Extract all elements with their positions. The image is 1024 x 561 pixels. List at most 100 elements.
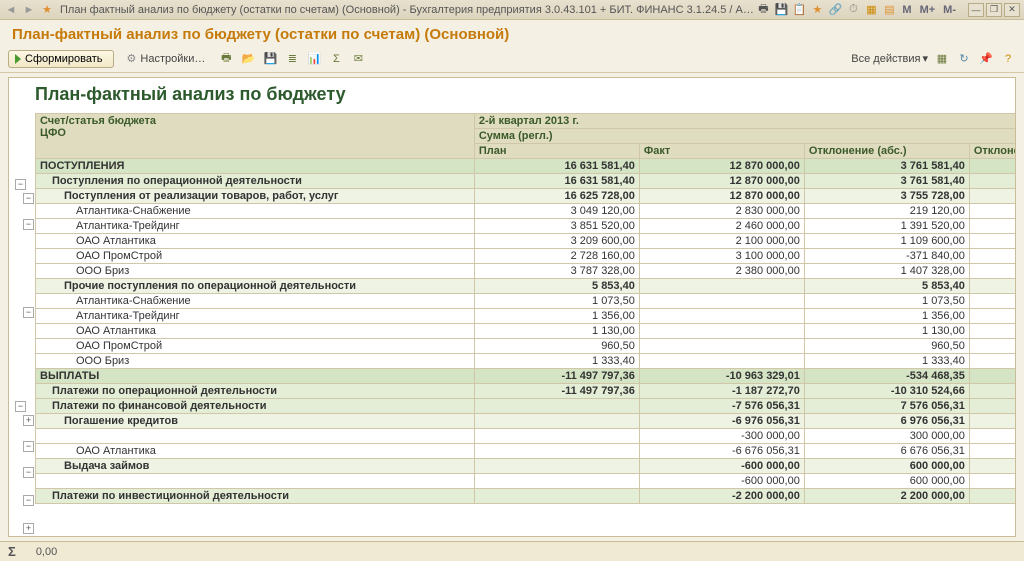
table-row[interactable]: Платежи по финансовой деятельности-7 576…: [36, 399, 1017, 414]
cell-value: [639, 309, 804, 324]
fav2-icon[interactable]: ★: [810, 3, 824, 17]
table-row[interactable]: ОАО Атлантика1 130,001 130,00100,001 130…: [36, 324, 1017, 339]
grid-icon[interactable]: ▦: [934, 51, 950, 67]
save-report-icon[interactable]: 💾: [262, 51, 278, 67]
back-icon[interactable]: ◄: [4, 3, 18, 17]
cell-name: Атлантика-Снабжение: [36, 204, 475, 219]
sigma-value: 0,00: [36, 546, 57, 558]
cell-name: Поступления по операционной деятельности: [36, 174, 475, 189]
collapse-button[interactable]: −: [23, 495, 34, 506]
report-heading: План-фактный анализ по бюджету: [35, 82, 1011, 113]
copy-icon[interactable]: 📋: [792, 3, 806, 17]
cell-value: -13,63: [969, 249, 1016, 264]
save-icon[interactable]: 💾: [774, 3, 788, 17]
table-row[interactable]: Погашение кредитов-6 976 056,316 976 056…: [36, 414, 1017, 429]
variants-icon[interactable]: ≣: [284, 51, 300, 67]
cell-value: 3 049 120,00: [474, 204, 639, 219]
history-icon[interactable]: ⏱: [846, 3, 860, 17]
cell-value: 3 100 000,00: [639, 249, 804, 264]
collapse-button[interactable]: −: [15, 401, 26, 412]
table-row[interactable]: Поступления по операционной деятельности…: [36, 174, 1017, 189]
cell-value: 16 631 581,40: [474, 174, 639, 189]
cell-value: 1 333,40: [474, 354, 639, 369]
table-row[interactable]: Выдача займов-600 000,00600 000,00-100,0…: [36, 459, 1017, 474]
collapse-button[interactable]: −: [23, 307, 34, 318]
table-row[interactable]: Платежи по инвестиционной деятельности-2…: [36, 489, 1017, 504]
table-row[interactable]: ОАО ПромСтрой2 728 160,003 100 000,00-37…: [36, 249, 1017, 264]
calendar-icon[interactable]: ▤: [882, 3, 896, 17]
cell-value: 1 356,00: [804, 309, 969, 324]
calc-icon[interactable]: ▦: [864, 3, 878, 17]
table-row[interactable]: -600 000,00600 000,00-100,00-600 000,006…: [36, 474, 1017, 489]
favorite-icon[interactable]: ★: [40, 3, 54, 17]
cell-value: -100,00: [969, 429, 1016, 444]
sum-icon[interactable]: Σ: [328, 51, 344, 67]
chevron-down-icon: ▾: [922, 52, 928, 65]
m-button[interactable]: M: [900, 4, 913, 16]
open-icon[interactable]: 📂: [240, 51, 256, 67]
settings-button[interactable]: ⚙ Настройки…: [120, 49, 213, 68]
titlebar: ◄ ► ★ План фактный анализ по бюджету (ос…: [0, 0, 1024, 20]
m-minus-button[interactable]: M-: [941, 4, 958, 16]
minimize-button[interactable]: —: [968, 3, 984, 17]
table-row[interactable]: ООО Бриз1 333,401 333,40100,001 333,401 …: [36, 354, 1017, 369]
cell-value: -100,00: [969, 444, 1016, 459]
print-report-icon[interactable]: 🖶: [218, 51, 234, 67]
header-sum-1: Сумма (регл.): [474, 129, 1016, 144]
cell-value: 36,13: [969, 219, 1016, 234]
link-icon[interactable]: 🔗: [828, 3, 842, 17]
pin-icon[interactable]: 📌: [978, 51, 994, 67]
collapse-button[interactable]: −: [23, 467, 34, 478]
cell-value: 100,00: [969, 279, 1016, 294]
forward-icon[interactable]: ►: [22, 3, 36, 17]
cell-name: [36, 474, 475, 489]
table-row[interactable]: -300 000,00300 000,00-100,00-300 000,003…: [36, 429, 1017, 444]
cell-value: 960,50: [804, 339, 969, 354]
refresh-icon[interactable]: ↻: [956, 51, 972, 67]
restore-button[interactable]: ❐: [986, 3, 1002, 17]
sigma-label: Σ: [8, 544, 16, 559]
cell-value: [474, 399, 639, 414]
settings-button-label: Настройки…: [140, 53, 205, 65]
collapse-button[interactable]: −: [23, 219, 34, 230]
m-plus-button[interactable]: M+: [918, 4, 938, 16]
table-row[interactable]: Поступления от реализации товаров, работ…: [36, 189, 1017, 204]
cell-value: -600 000,00: [639, 474, 804, 489]
expand-button[interactable]: +: [23, 523, 34, 534]
table-row[interactable]: ПОСТУПЛЕНИЯ16 631 581,4012 870 000,003 7…: [36, 159, 1017, 174]
chart-icon[interactable]: 📊: [306, 51, 322, 67]
mail-icon[interactable]: ✉: [350, 51, 366, 67]
cell-value: 12 870 000,00: [639, 159, 804, 174]
table-row[interactable]: Атлантика-Снабжение3 049 120,002 830 000…: [36, 204, 1017, 219]
cell-value: 37,16: [969, 264, 1016, 279]
form-button[interactable]: Сформировать: [8, 50, 114, 68]
print-icon[interactable]: 🖶: [756, 3, 770, 17]
cell-value: 219 120,00: [804, 204, 969, 219]
table-row[interactable]: Атлантика-Трейдинг1 356,001 356,00100,00…: [36, 309, 1017, 324]
cell-value: -6 976 056,31: [639, 414, 804, 429]
table-row[interactable]: ОАО Атлантика3 209 600,002 100 000,001 1…: [36, 234, 1017, 249]
collapse-button[interactable]: −: [15, 179, 26, 190]
table-row[interactable]: ВЫПЛАТЫ-11 497 797,36-10 963 329,01-534 …: [36, 369, 1017, 384]
table-row[interactable]: ОАО Атлантика-6 676 056,316 676 056,31-1…: [36, 444, 1017, 459]
gear-icon: ⚙: [127, 52, 137, 65]
expand-button[interactable]: +: [23, 415, 34, 426]
collapse-button[interactable]: −: [23, 441, 34, 452]
cell-value: 100,00: [969, 354, 1016, 369]
table-row[interactable]: Платежи по операционной деятельности-11 …: [36, 384, 1017, 399]
cell-value: 16 625 728,00: [474, 189, 639, 204]
close-button[interactable]: ✕: [1004, 3, 1020, 17]
table-row[interactable]: Прочие поступления по операционной деяте…: [36, 279, 1017, 294]
all-actions-menu[interactable]: Все действия ▾: [851, 52, 928, 65]
collapse-button[interactable]: −: [23, 193, 34, 204]
table-row[interactable]: Атлантика-Снабжение1 073,501 073,50100,0…: [36, 294, 1017, 309]
cell-value: -2 200 000,00: [639, 489, 804, 504]
table-row[interactable]: ООО Бриз3 787 328,002 380 000,001 407 32…: [36, 264, 1017, 279]
col-fact: Факт: [639, 144, 804, 159]
help-icon[interactable]: ?: [1000, 51, 1016, 67]
cell-value: 100,00: [969, 324, 1016, 339]
cell-value: [639, 279, 804, 294]
report-area[interactable]: − − − − − + − − − + План-фактный анализ …: [8, 77, 1016, 537]
table-row[interactable]: Атлантика-Трейдинг3 851 520,002 460 000,…: [36, 219, 1017, 234]
table-row[interactable]: ОАО ПромСтрой960,50960,50100,00960,50960…: [36, 339, 1017, 354]
